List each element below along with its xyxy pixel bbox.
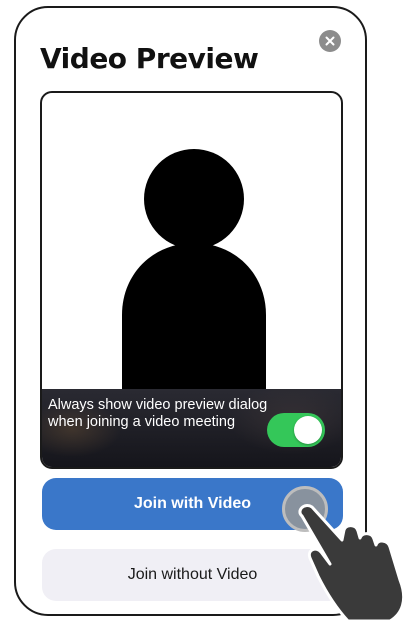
always-show-preview-label: Always show video preview dialog when jo… — [48, 397, 268, 430]
pointing-hand-icon — [298, 504, 406, 621]
toggle-knob — [294, 416, 322, 444]
video-preview-area: Always show video preview dialog when jo… — [40, 91, 343, 469]
close-button[interactable] — [319, 30, 341, 52]
preview-settings-overlay: Always show video preview dialog when jo… — [42, 389, 341, 467]
close-icon — [325, 36, 335, 46]
dialog-title: Video Preview — [40, 42, 259, 75]
screen: Video Preview Always show video preview … — [0, 0, 414, 621]
person-silhouette-icon — [122, 149, 266, 393]
always-show-preview-toggle[interactable] — [267, 413, 325, 447]
